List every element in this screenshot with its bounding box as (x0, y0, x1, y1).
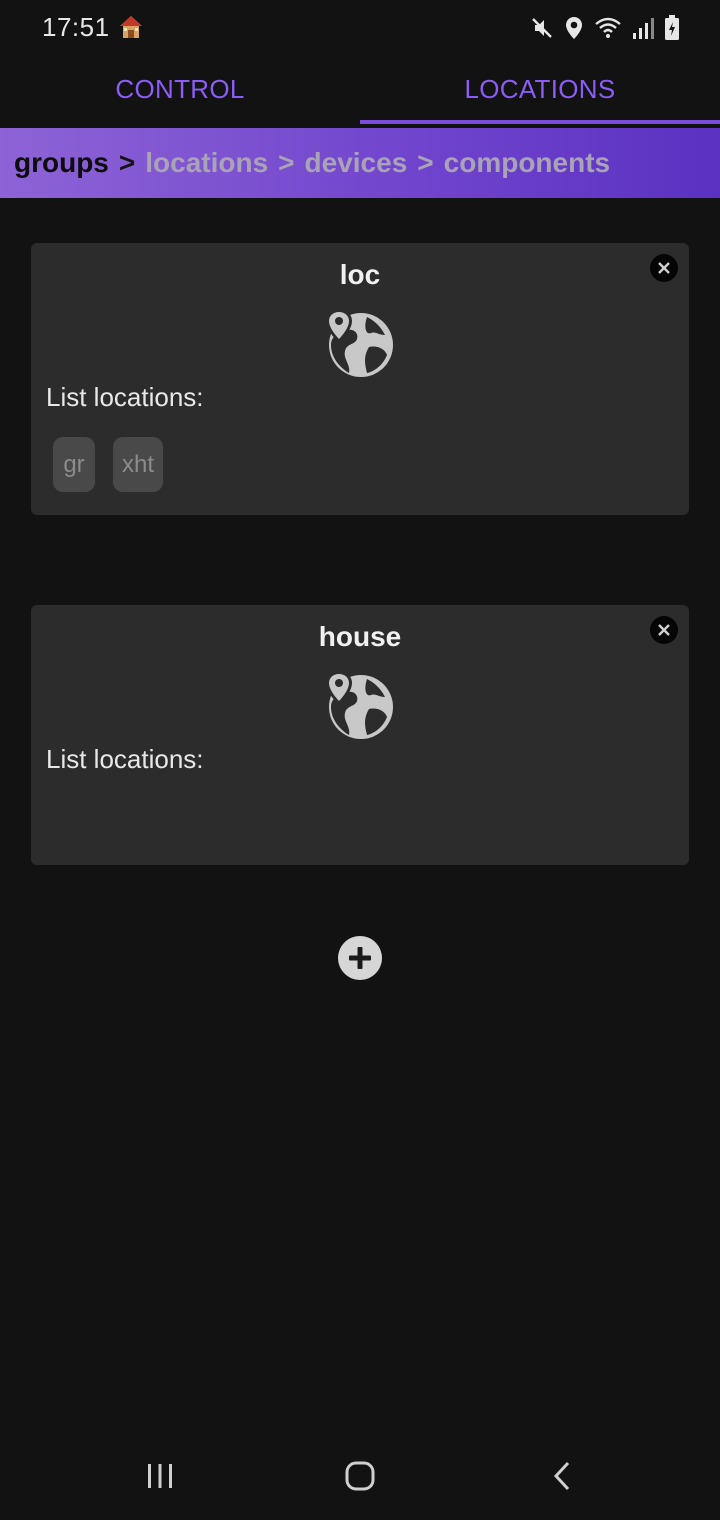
status-bar: 17:51 (0, 0, 720, 56)
add-location-button[interactable] (337, 935, 383, 981)
breadcrumb-locations[interactable]: locations (145, 147, 268, 179)
location-card[interactable]: loc List locations: gr xht (31, 243, 689, 515)
close-icon[interactable] (649, 615, 679, 645)
list-locations-label: List locations: (46, 744, 204, 774)
list-locations-label: List locations: (46, 382, 204, 412)
breadcrumb-separator: > (278, 147, 295, 178)
back-icon[interactable] (542, 1456, 582, 1496)
location-chip[interactable]: xht (113, 437, 164, 492)
home-emoji-icon (118, 14, 144, 40)
plus-icon (338, 936, 382, 980)
tab-control[interactable]: CONTROL (0, 56, 360, 122)
location-card[interactable]: house List locations: (31, 605, 689, 865)
app-screen: 17:51 CONTROL LOCATIONS groups > locatio… (0, 0, 720, 1520)
battery-icon (664, 15, 680, 41)
card-title: loc (339, 259, 381, 290)
close-icon[interactable] (649, 253, 679, 283)
home-icon[interactable] (340, 1456, 380, 1496)
breadcrumb-separator: > (417, 147, 434, 178)
globe-location-icon (323, 307, 395, 379)
signal-icon (632, 16, 654, 40)
breadcrumb-separator: > (118, 147, 136, 178)
status-time: 17:51 (42, 12, 110, 42)
location-pin-icon (564, 16, 584, 40)
location-chips: gr xht (53, 437, 164, 492)
breadcrumb-groups[interactable]: groups (14, 147, 109, 179)
location-chip[interactable]: gr (53, 437, 95, 492)
breadcrumb-components[interactable]: components (444, 147, 610, 179)
wifi-icon (594, 16, 622, 40)
globe-location-icon (323, 669, 395, 741)
recent-apps-icon[interactable] (140, 1456, 180, 1496)
card-title: house (318, 621, 402, 652)
status-icons (530, 14, 680, 42)
breadcrumb-devices[interactable]: devices (305, 147, 408, 179)
tab-indicator (360, 120, 720, 124)
tab-bar: CONTROL LOCATIONS (0, 56, 720, 126)
tab-locations[interactable]: LOCATIONS (360, 56, 720, 122)
mute-icon (530, 16, 554, 40)
breadcrumb: groups > locations > devices > component… (0, 128, 720, 198)
navigation-bar (0, 1440, 720, 1520)
